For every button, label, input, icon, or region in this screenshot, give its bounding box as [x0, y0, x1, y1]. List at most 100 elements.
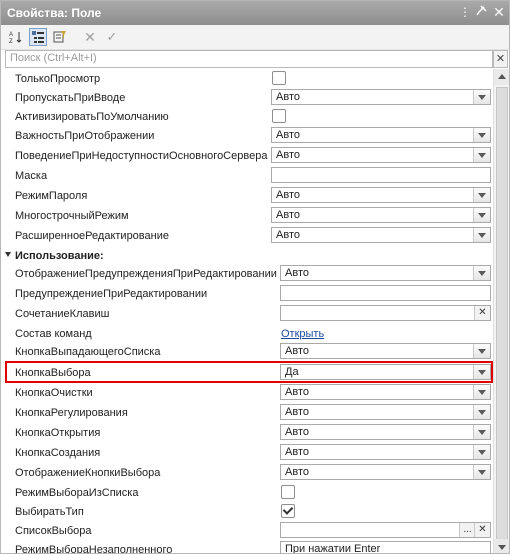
chevron-down-icon[interactable] — [473, 208, 490, 222]
property-row: СписокВыбора ... ✕ — [1, 521, 493, 541]
dropdown-value: Авто — [285, 386, 309, 398]
dropdown-value: Авто — [285, 345, 309, 357]
choose-button[interactable]: ... — [459, 523, 475, 537]
property-label: ВыбиратьТип — [15, 506, 84, 518]
clear-shortcut-button[interactable]: ✕ — [474, 306, 490, 320]
categorized-view-icon[interactable] — [29, 28, 47, 46]
dropdown-field[interactable]: Авто — [280, 265, 491, 281]
property-row: КнопкаРегулирования Авто — [1, 403, 493, 423]
property-row: КнопкаСоздания Авто — [1, 443, 493, 463]
property-row: СочетаниеКлавиш ✕ — [1, 304, 493, 324]
chevron-down-icon[interactable] — [473, 188, 490, 202]
choice-list-field[interactable]: ... ✕ — [280, 522, 491, 538]
chevron-down-icon[interactable] — [473, 148, 490, 162]
sort-alphabetical-icon[interactable]: AZ — [7, 28, 25, 46]
property-row: ПоведениеПриНедоступностиОсновногоСервер… — [1, 146, 493, 166]
property-row: ОтображениеПредупрежденияПриРедактирован… — [1, 264, 493, 284]
property-row: Состав команд Открыть — [1, 324, 493, 344]
scroll-down-icon[interactable] — [494, 539, 509, 553]
menu-icon[interactable]: ⋮ — [457, 4, 473, 20]
property-label: РежимВыбораИзСписка — [15, 487, 139, 499]
dropdown-value: Авто — [276, 189, 300, 201]
collapse-arrow-icon[interactable] — [5, 252, 11, 257]
checkbox-choose-type[interactable] — [281, 504, 295, 518]
dropdown-field[interactable]: Авто — [271, 127, 491, 143]
property-label: ОтображениеПредупрежденияПриРедактирован… — [15, 268, 277, 280]
chevron-down-icon[interactable] — [473, 344, 490, 358]
close-icon[interactable]: ✕ — [491, 4, 507, 20]
dropdown-value: При нажатии Enter — [285, 543, 381, 554]
dropdown-field[interactable]: Авто — [271, 207, 491, 223]
search-clear-button[interactable]: ✕ — [493, 50, 508, 68]
property-label: Маска — [15, 170, 48, 182]
chevron-down-icon[interactable] — [473, 465, 490, 479]
chevron-down-icon[interactable] — [473, 266, 490, 280]
chevron-down-icon[interactable] — [473, 90, 490, 104]
check-icon[interactable]: ✓ — [103, 28, 121, 46]
property-label: РасширенноеРедактирование — [15, 230, 169, 242]
dropdown-field[interactable]: Авто — [271, 227, 491, 243]
toolbar: AZ ✕ ✓ — [1, 25, 509, 50]
checkbox-read-only[interactable] — [272, 71, 286, 85]
property-row: ОтображениеКнопкиВыбора Авто — [1, 463, 493, 483]
property-label: КнопкаОткрытия — [15, 427, 101, 439]
dropdown-field[interactable]: Авто — [280, 424, 491, 440]
checkbox-list-choice-mode[interactable] — [281, 485, 295, 499]
dropdown-value: Авто — [285, 426, 309, 438]
clear-button[interactable]: ✕ — [474, 523, 490, 537]
scrollbar[interactable] — [493, 69, 509, 553]
dropdown-field[interactable]: Авто — [280, 464, 491, 480]
dropdown-value: Авто — [276, 91, 300, 103]
dropdown-field[interactable]: Авто — [280, 343, 491, 359]
dropdown-value: Авто — [285, 267, 309, 279]
filter-icon[interactable] — [51, 28, 69, 46]
dropdown-value: Авто — [285, 446, 309, 458]
search-placeholder: Поиск (Ctrl+Alt+I) — [10, 52, 97, 64]
property-row: КнопкаОчистки Авто — [1, 383, 493, 403]
dropdown-field[interactable]: Авто — [271, 187, 491, 203]
scroll-thumb[interactable] — [496, 87, 508, 543]
property-row: ВыбиратьТип — [1, 502, 493, 522]
property-label: КнопкаСоздания — [15, 447, 101, 459]
svg-text:A: A — [9, 32, 13, 38]
text-field[interactable] — [271, 167, 491, 183]
clear-icon[interactable]: ✕ — [81, 28, 99, 46]
dropdown-field[interactable]: Авто — [271, 147, 491, 163]
property-label: СочетаниеКлавиш — [15, 308, 110, 320]
text-field[interactable] — [280, 285, 491, 301]
shortcut-field[interactable]: ✕ — [280, 305, 491, 321]
dropdown-field[interactable]: Авто — [280, 444, 491, 460]
chevron-down-icon[interactable] — [473, 405, 490, 419]
chevron-down-icon[interactable] — [473, 445, 490, 459]
chevron-down-icon[interactable] — [473, 128, 490, 142]
property-label: ВажностьПриОтображении — [15, 130, 155, 142]
property-row: КнопкаОткрытия Авто — [1, 423, 493, 443]
property-row: ПредупреждениеПриРедактировании — [1, 284, 493, 304]
chevron-down-icon[interactable] — [473, 228, 490, 242]
dropdown-field[interactable]: Авто — [280, 384, 491, 400]
section-header[interactable]: Использование: — [1, 246, 493, 266]
highlight-box — [5, 361, 493, 383]
property-label: ПропускатьПриВводе — [15, 92, 126, 104]
scroll-up-icon[interactable] — [494, 69, 509, 85]
properties-window: Свойства: Поле ⋮ ✕ AZ ✕ ✓ Поиск (Ctrl+Al… — [0, 0, 510, 554]
property-row: ТолькоПросмотр — [1, 69, 493, 89]
dropdown-value: Авто — [276, 229, 300, 241]
property-label: ОтображениеКнопкиВыбора — [15, 467, 161, 479]
property-label: Состав команд — [15, 328, 92, 340]
dropdown-field[interactable]: При нажатии Enter — [280, 541, 491, 554]
chevron-down-icon[interactable] — [473, 425, 490, 439]
dropdown-field[interactable]: Авто — [271, 89, 491, 105]
checkbox-activate-default[interactable] — [272, 109, 286, 123]
pin-icon[interactable] — [474, 4, 490, 20]
property-label: КнопкаРегулирования — [15, 407, 128, 419]
dropdown-value: Авто — [285, 466, 309, 478]
property-label: АктивизироватьПоУмолчанию — [15, 111, 169, 123]
property-label: РежимПароля — [15, 190, 88, 202]
property-row: РежимВыбораИзСписка — [1, 483, 493, 503]
chevron-down-icon[interactable] — [473, 385, 490, 399]
property-row: ВажностьПриОтображении Авто — [1, 126, 493, 146]
open-commands-link[interactable]: Открыть — [281, 328, 324, 340]
dropdown-field[interactable]: Авто — [280, 404, 491, 420]
search-input[interactable]: Поиск (Ctrl+Alt+I) — [5, 50, 493, 68]
